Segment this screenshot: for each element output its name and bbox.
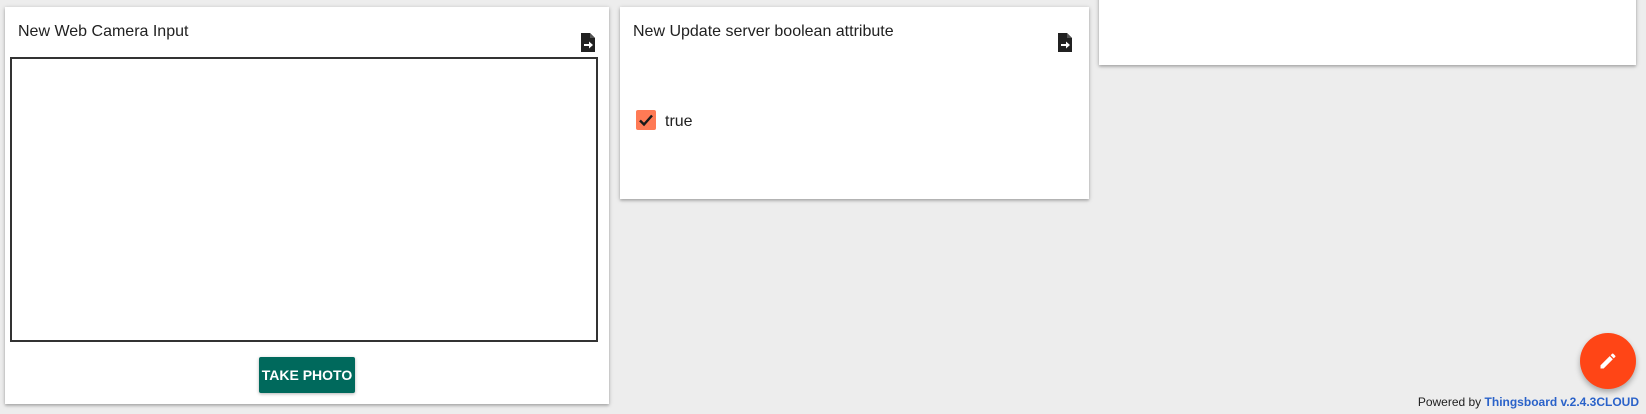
file-export-icon[interactable] [578,32,598,54]
powered-by: Powered by Thingsboard v.2.4.3CLOUD [1418,395,1639,409]
edit-fab-button[interactable] [1580,333,1636,389]
powered-by-prefix: Powered by [1417,395,1482,409]
empty-widget [1099,0,1636,65]
thingsboard-link[interactable]: Thingsboard v.2.4.3CLOUD [1485,395,1639,409]
take-photo-button[interactable]: TAKE PHOTO [259,357,355,393]
pencil-icon [1600,353,1616,369]
web-camera-widget: New Web Camera Input TAKE PHOTO [5,7,609,404]
widget-title: New Web Camera Input [18,23,189,40]
widget-title: New Update server boolean attribute [633,23,894,40]
camera-preview [10,57,598,342]
checkbox-label: true [665,113,693,130]
boolean-checkbox[interactable] [636,110,656,130]
boolean-attribute-widget: New Update server boolean attribute true [620,7,1089,199]
file-export-icon[interactable] [1055,32,1075,54]
